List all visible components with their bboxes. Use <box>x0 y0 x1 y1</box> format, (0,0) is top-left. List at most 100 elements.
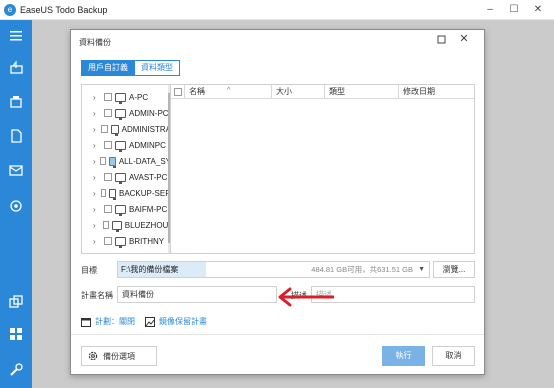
tree-checkbox[interactable] <box>101 125 108 133</box>
cancel-button[interactable]: 取消 <box>432 346 475 366</box>
chevron-right-icon[interactable]: › <box>93 93 101 102</box>
target-free-space: 484.81 GB可用，共631.51 GB <box>311 265 413 274</box>
execute-button[interactable]: 執行 <box>382 346 425 366</box>
image-icon <box>145 316 155 327</box>
computer-icon <box>115 140 126 152</box>
network-tree: › A-PC › ADMIN-PC › ADMINISTRA › ADMINPC… <box>82 85 171 253</box>
disk-backup-icon[interactable] <box>0 58 32 78</box>
computer-icon <box>108 188 116 200</box>
tree-item[interactable]: › ADMINPC <box>82 137 170 153</box>
system-backup-icon[interactable] <box>0 92 32 112</box>
chevron-right-icon[interactable]: › <box>93 125 98 134</box>
computer-icon <box>110 124 119 136</box>
computer-icon <box>115 204 126 216</box>
minimize-button[interactable]: – <box>478 3 502 17</box>
dialog-close-button[interactable]: ✕ <box>458 33 470 45</box>
tree-item-label: BACKUP-SER <box>118 188 171 198</box>
tools-icon[interactable] <box>0 324 32 344</box>
select-all-column[interactable] <box>171 85 185 99</box>
image-retain-link-label: 鏡像保留計畫 <box>159 317 207 326</box>
image-retain-link[interactable]: 鏡像保留計畫 <box>145 316 207 327</box>
annotation-arrow-icon <box>278 287 334 307</box>
tree-item[interactable]: › BLUEZHOU- <box>82 217 171 233</box>
tree-item-label: BAIFM-PC <box>129 204 168 214</box>
chevron-right-icon[interactable]: › <box>93 221 100 230</box>
schedule-link-label: 計劃：關閉 <box>95 317 135 326</box>
chevron-right-icon[interactable]: › <box>93 237 101 246</box>
tree-checkbox[interactable] <box>100 189 106 197</box>
dialog-title: 資料備份 <box>79 38 111 47</box>
app-title: EaseUS Todo Backup <box>20 5 108 15</box>
smart-backup-icon[interactable] <box>0 196 32 216</box>
column-name-label: 名稱 <box>189 87 205 96</box>
chevron-down-icon[interactable]: ▼ <box>418 262 425 277</box>
sidebar <box>0 20 32 388</box>
tree-item[interactable]: › ADMINISTRA <box>82 121 171 137</box>
tree-item[interactable]: › A-PC <box>82 89 170 105</box>
maximize-button[interactable]: ☐ <box>502 3 526 17</box>
chevron-right-icon[interactable]: › <box>93 141 101 150</box>
computer-icon <box>108 156 116 168</box>
tree-checkbox[interactable] <box>102 221 110 229</box>
settings-wrench-icon[interactable] <box>0 360 32 380</box>
tree-item[interactable]: › BRITHNY <box>82 233 170 249</box>
tree-item-label: ADMINISTRA <box>121 124 171 134</box>
tree-item-label: AVAST-PC <box>129 172 168 182</box>
column-modified[interactable]: 修改日期 <box>399 85 474 99</box>
file-backup-icon[interactable] <box>0 126 32 146</box>
clone-icon[interactable] <box>0 292 32 312</box>
menu-icon[interactable] <box>0 26 32 46</box>
tree-checkbox[interactable] <box>104 109 112 117</box>
column-type[interactable]: 類型 <box>325 85 399 99</box>
backup-options-button[interactable]: 備份選項 <box>81 346 157 366</box>
target-selector[interactable]: F:\我的備份檔案 484.81 GB可用，共631.51 GB ▼ <box>117 261 430 278</box>
chevron-right-icon[interactable]: › <box>93 189 98 198</box>
chevron-right-icon[interactable]: › <box>93 157 97 166</box>
computer-icon <box>112 220 122 232</box>
tab-data-type[interactable]: 資料類型 <box>135 60 180 76</box>
tree-item[interactable]: › AVAST-PC <box>82 169 170 185</box>
mail-backup-icon[interactable] <box>0 160 32 180</box>
chevron-right-icon[interactable]: › <box>93 109 101 118</box>
window-controls: – ☐ ✕ <box>478 3 550 17</box>
computer-icon <box>115 108 126 120</box>
tree-checkbox[interactable] <box>104 173 112 181</box>
tree-item[interactable]: › BAIFM-PC <box>82 201 170 217</box>
select-all-checkbox[interactable] <box>174 88 182 96</box>
schedule-link[interactable]: 計劃：關閉 <box>81 316 135 327</box>
tree-checkbox[interactable] <box>104 237 112 245</box>
target-path: F:\我的備份檔案 <box>118 262 206 277</box>
plan-name-input[interactable]: 資料備份 <box>117 286 277 303</box>
gear-icon <box>88 351 98 361</box>
close-button[interactable]: ✕ <box>526 3 550 17</box>
tree-item[interactable]: › BACKUP-SER <box>82 185 171 201</box>
target-label: 目標 <box>81 266 97 275</box>
tree-item-label: ALL-DATA_SY <box>118 156 171 166</box>
dialog-maximize-button[interactable] <box>436 34 448 46</box>
tree-item[interactable]: › ADMIN-PC <box>82 105 170 121</box>
column-name[interactable]: 名稱 ^ <box>185 85 272 99</box>
tree-item[interactable]: › ALL-DATA_SY <box>82 153 171 169</box>
tree-item-label: ADMINPC <box>129 140 166 150</box>
footer-divider <box>71 334 484 335</box>
chevron-right-icon[interactable]: › <box>93 205 101 214</box>
computer-icon <box>115 92 126 104</box>
tab-custom[interactable]: 用戶自訂義 <box>81 60 135 76</box>
app-titlebar: e EaseUS Todo Backup – ☐ ✕ <box>0 0 554 20</box>
tree-checkbox[interactable] <box>104 205 112 213</box>
tree-checkbox[interactable] <box>104 93 112 101</box>
source-tabs: 用戶自訂義 資料類型 <box>81 60 180 76</box>
file-backup-dialog: 資料備份 ✕ 用戶自訂義 資料類型 › A-PC › ADMIN-PC › AD… <box>70 29 485 375</box>
tree-item-label: BRITHNY <box>129 236 165 246</box>
tree-checkbox[interactable] <box>104 141 112 149</box>
column-size[interactable]: 大小 <box>272 85 325 99</box>
chevron-right-icon[interactable]: › <box>93 173 101 182</box>
backup-options-label: 備份選項 <box>103 351 135 361</box>
app-logo-icon: e <box>4 4 16 16</box>
file-browser: › A-PC › ADMIN-PC › ADMINISTRA › ADMINPC… <box>81 84 475 254</box>
tree-item-label: BLUEZHOU- <box>124 220 171 230</box>
tree-checkbox[interactable] <box>100 157 106 165</box>
file-list-header: 名稱 ^ 大小 類型 修改日期 <box>171 85 474 99</box>
tree-item-label: A-PC <box>129 92 149 102</box>
browse-button[interactable]: 瀏覽... <box>433 261 475 278</box>
